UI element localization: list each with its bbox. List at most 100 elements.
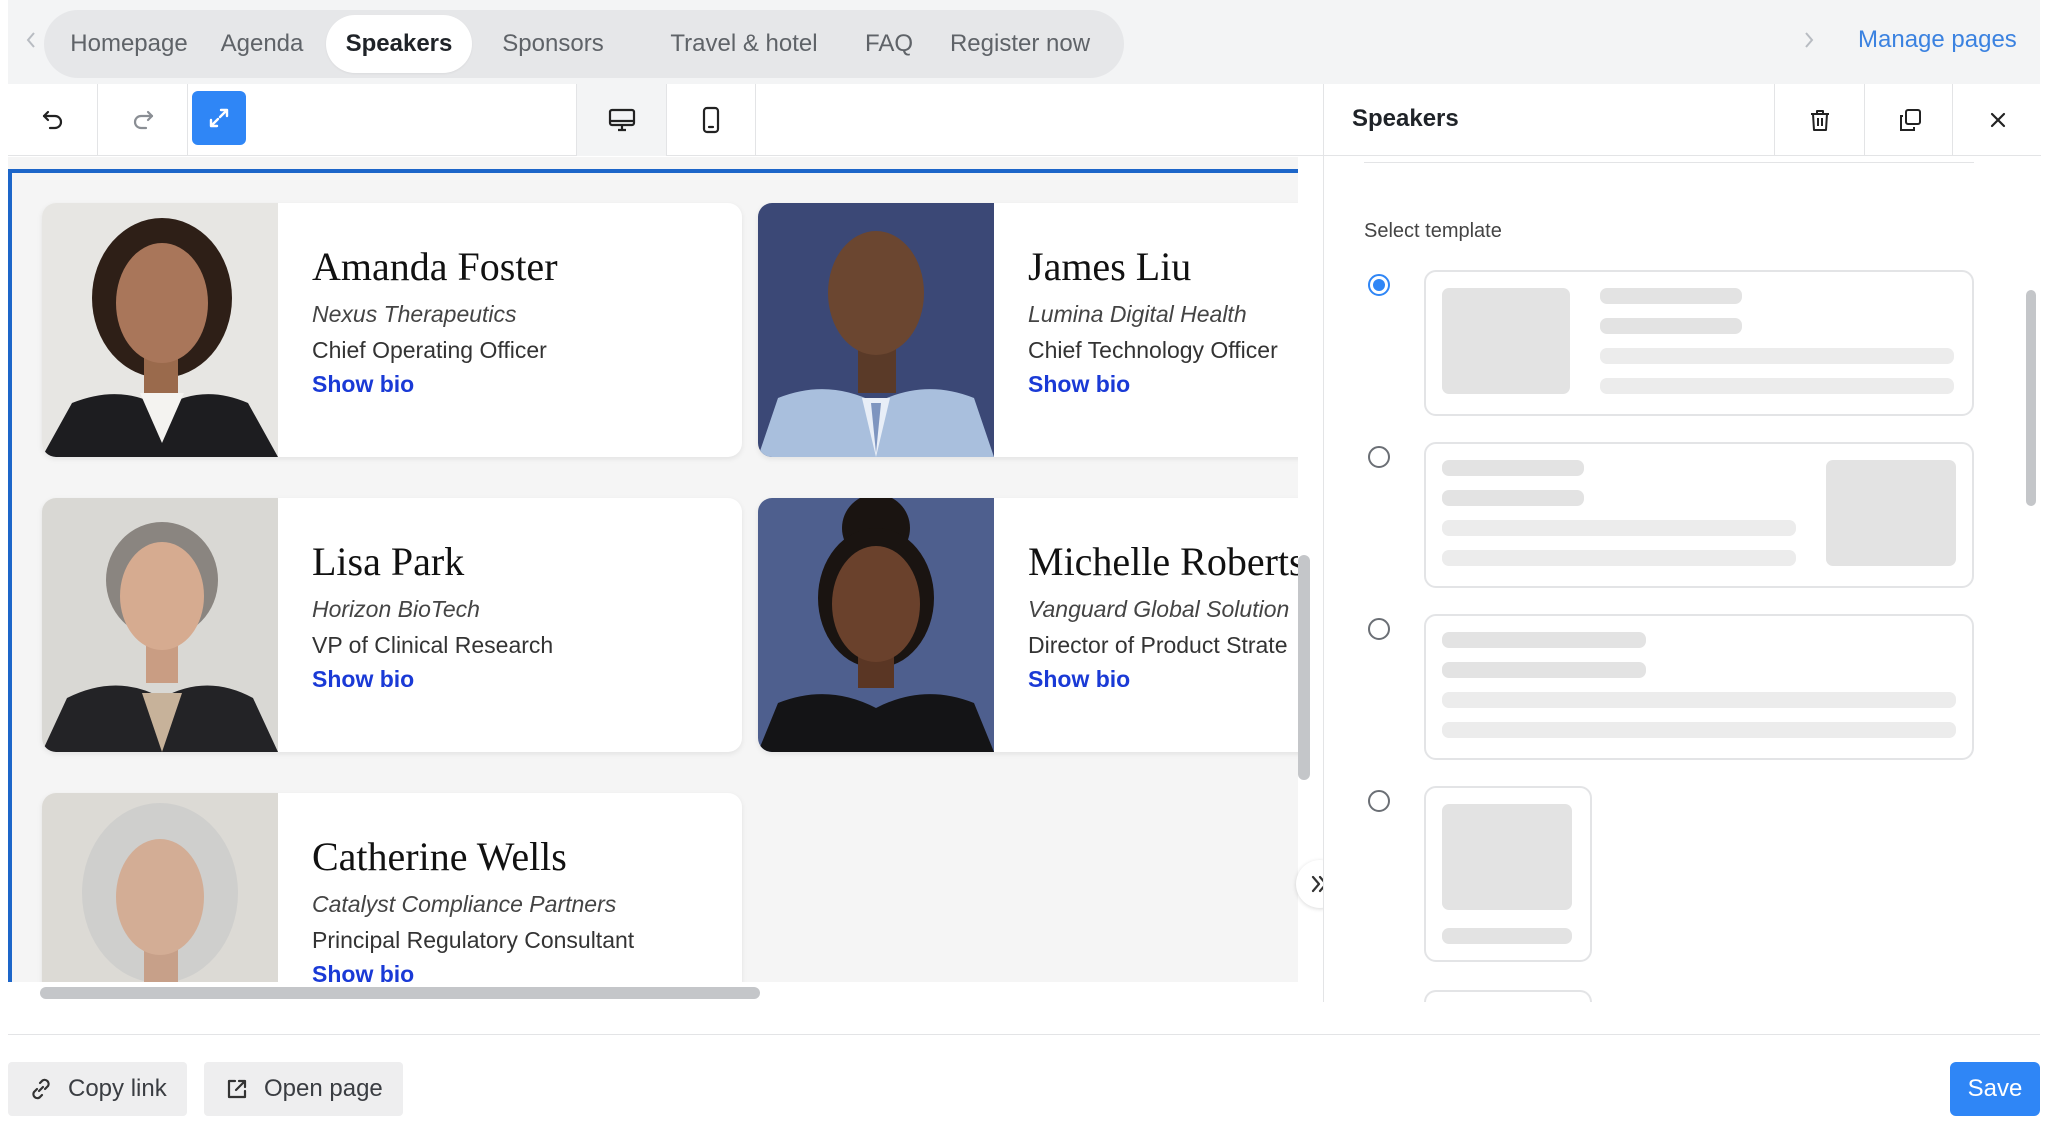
template-preview-line <box>1442 520 1796 536</box>
canvas-vertical-scrollbar[interactable] <box>1298 555 1310 780</box>
template-preview-line <box>1442 490 1584 506</box>
speaker-photo <box>42 793 278 1002</box>
template-option-3[interactable] <box>1424 614 1974 760</box>
mobile-icon <box>702 106 720 134</box>
show-bio-link[interactable]: Show bio <box>1028 666 1130 693</box>
chevron-right-icon[interactable] <box>1800 28 1818 52</box>
speaker-company: Vanguard Global Solution <box>1028 596 1290 622</box>
expand-button[interactable] <box>192 91 246 145</box>
chevron-left-icon[interactable] <box>22 28 40 52</box>
template-radio-3[interactable] <box>1368 618 1390 640</box>
redo-button[interactable] <box>98 84 188 156</box>
properties-panel: Speakers Select template <box>1323 84 2041 1002</box>
speaker-company: Lumina Digital Health <box>1028 301 1247 327</box>
selection-outline <box>8 169 12 1002</box>
template-radio-4[interactable] <box>1368 790 1390 812</box>
speaker-role: Principal Regulatory Consultant <box>312 927 635 953</box>
redo-icon <box>133 110 153 130</box>
speaker-photo <box>758 498 994 752</box>
template-preview-line <box>1600 318 1742 334</box>
editor-toolbar <box>8 84 1324 156</box>
panel-scrollbar[interactable] <box>2026 290 2036 506</box>
show-bio-link[interactable]: Show bio <box>312 666 414 693</box>
template-preview-line <box>1442 662 1646 678</box>
template-preview-image <box>1442 288 1570 394</box>
page-canvas: Amanda Foster Nexus Therapeutics Chief O… <box>8 157 1298 1002</box>
tab-homepage[interactable]: Homepage <box>58 15 200 73</box>
trash-icon <box>1810 110 1829 131</box>
template-preview-line <box>1600 288 1742 304</box>
speaker-photo <box>42 203 278 457</box>
speaker-name: James Liu <box>1028 244 1192 289</box>
show-bio-link[interactable]: Show bio <box>312 371 414 398</box>
undo-button[interactable] <box>8 84 98 156</box>
panel-header: Speakers <box>1324 84 2041 156</box>
speaker-card[interactable]: James Liu Lumina Digital Health Chief Te… <box>758 203 1298 457</box>
copy-link-label: Copy link <box>68 1075 167 1102</box>
template-preview-line <box>1442 692 1956 708</box>
desktop-view-button[interactable] <box>576 84 666 156</box>
select-template-label: Select template <box>1364 220 1502 242</box>
template-radio-2[interactable] <box>1368 446 1390 468</box>
undo-icon <box>42 110 62 130</box>
speaker-company: Catalyst Compliance Partners <box>312 891 617 917</box>
tab-travel-hotel[interactable]: Travel & hotel <box>644 15 844 73</box>
speaker-name: Lisa Park <box>312 539 465 584</box>
panel-divider <box>1364 162 1974 163</box>
template-preview-line <box>1442 460 1584 476</box>
show-bio-link[interactable]: Show bio <box>1028 371 1130 398</box>
template-option-2[interactable] <box>1424 442 1974 588</box>
selection-outline-top <box>8 169 1298 173</box>
template-preview-line <box>1442 722 1956 738</box>
template-preview-line <box>1442 632 1646 648</box>
speaker-name: Catherine Wells <box>312 834 567 879</box>
speaker-company: Horizon BioTech <box>312 596 480 622</box>
template-radio-1[interactable] <box>1368 274 1390 296</box>
save-button[interactable]: Save <box>1950 1062 2040 1116</box>
duplicate-button[interactable] <box>1864 84 1954 156</box>
template-option-5[interactable] <box>1424 990 1592 1002</box>
tab-agenda[interactable]: Agenda <box>208 15 316 73</box>
template-option-1[interactable] <box>1424 270 1974 416</box>
speaker-card[interactable]: Amanda Foster Nexus Therapeutics Chief O… <box>42 203 742 457</box>
expand-icon <box>209 108 229 128</box>
external-link-icon <box>227 1079 247 1099</box>
speaker-role: VP of Clinical Research <box>312 632 554 658</box>
speaker-card[interactable]: Michelle Roberts Vanguard Global Solutio… <box>758 498 1298 752</box>
page-nav-bar: Homepage Agenda Speakers Sponsors Travel… <box>8 0 2040 84</box>
tab-register-now[interactable]: Register now <box>932 15 1108 73</box>
duplicate-icon <box>1899 109 1921 131</box>
speaker-role: Chief Operating Officer <box>312 337 547 363</box>
close-icon <box>1990 112 2005 128</box>
manage-pages-link[interactable]: Manage pages <box>1858 26 2017 54</box>
speaker-card[interactable]: Catherine Wells Catalyst Compliance Part… <box>42 793 742 1002</box>
page-tabs: Homepage Agenda Speakers Sponsors Travel… <box>44 10 1124 78</box>
speaker-card[interactable]: Lisa Park Horizon BioTech VP of Clinical… <box>42 498 742 752</box>
speaker-role: Chief Technology Officer <box>1028 337 1278 363</box>
tab-speakers[interactable]: Speakers <box>326 15 472 73</box>
tab-faq[interactable]: FAQ <box>854 15 924 73</box>
mobile-view-button[interactable] <box>666 84 756 156</box>
footer-divider <box>8 1034 2040 1035</box>
speaker-photo <box>42 498 278 752</box>
delete-button[interactable] <box>1774 84 1864 156</box>
open-page-button[interactable]: Open page <box>204 1062 403 1116</box>
close-panel-button[interactable] <box>1952 84 2042 156</box>
speaker-photo <box>758 203 994 457</box>
template-preview-image <box>1442 804 1572 910</box>
speaker-company: Nexus Therapeutics <box>312 301 517 327</box>
template-option-4[interactable] <box>1424 786 1592 962</box>
canvas-horizontal-scrollbar[interactable] <box>40 987 760 999</box>
speaker-name: Amanda Foster <box>312 244 558 289</box>
speaker-name: Michelle Roberts <box>1028 539 1298 584</box>
tab-sponsors[interactable]: Sponsors <box>480 15 626 73</box>
template-preview-line <box>1442 928 1572 944</box>
template-preview-line <box>1600 378 1954 394</box>
template-preview-image <box>1826 460 1956 566</box>
template-preview-line <box>1442 550 1796 566</box>
desktop-icon <box>608 108 635 132</box>
template-preview-line <box>1600 348 1954 364</box>
copy-link-button[interactable]: Copy link <box>8 1062 187 1116</box>
speaker-role: Director of Product Strate <box>1028 632 1288 658</box>
panel-title: Speakers <box>1352 105 1459 132</box>
